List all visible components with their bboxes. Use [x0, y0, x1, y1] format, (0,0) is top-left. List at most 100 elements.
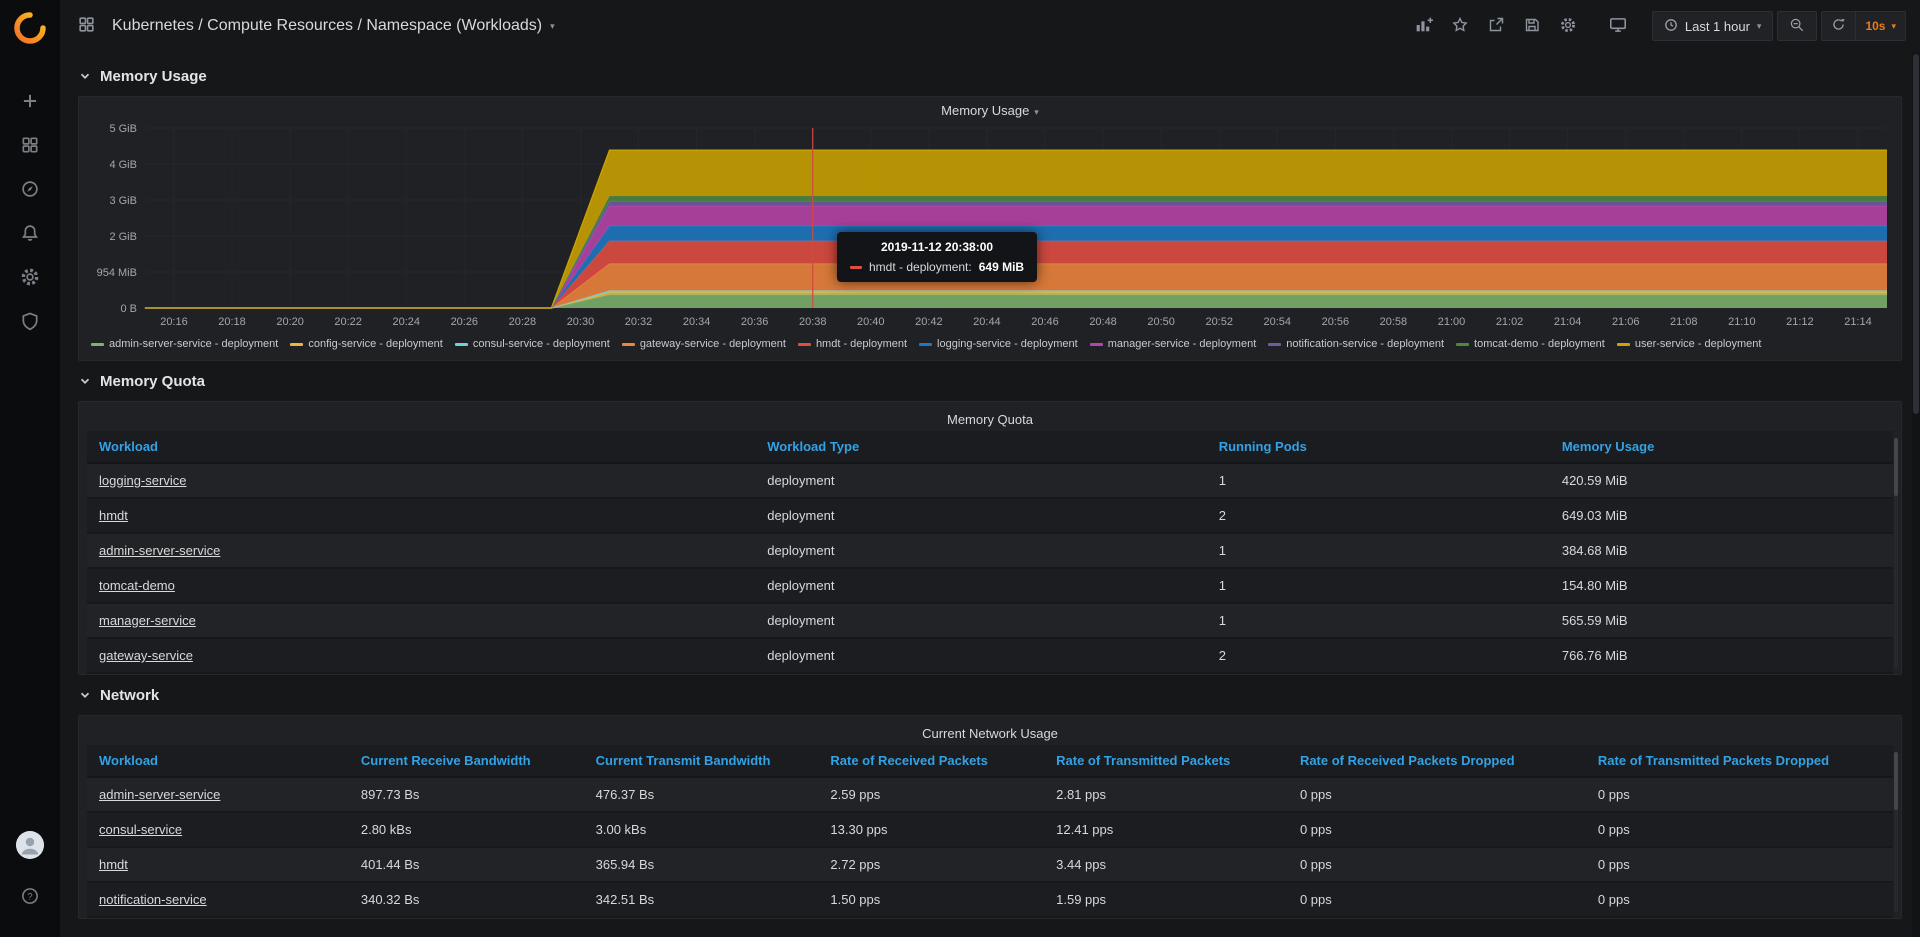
sidebar-item-dashboards[interactable]: [8, 124, 52, 168]
refresh-button[interactable]: [1822, 12, 1855, 40]
apps-grid-button[interactable]: [70, 11, 102, 41]
svg-text:20:28: 20:28: [509, 316, 536, 328]
legend-item[interactable]: consul-service - deployment: [455, 338, 610, 350]
workload-link[interactable]: admin-server-service: [99, 787, 220, 802]
legend-item[interactable]: admin-server-service - deployment: [91, 338, 278, 350]
share-button[interactable]: [1480, 11, 1512, 41]
svg-text:20:42: 20:42: [915, 316, 942, 328]
workload-link[interactable]: notification-service: [99, 892, 207, 907]
cell: 2.72 pps: [818, 847, 1044, 882]
column-header[interactable]: Rate of Transmitted Packets Dropped: [1586, 745, 1893, 777]
cell: 1: [1207, 568, 1550, 603]
dashboards-grid-icon: [20, 135, 40, 158]
panel-title-network-usage[interactable]: Current Network Usage: [87, 720, 1893, 745]
cycle-view-mode-button[interactable]: [1602, 11, 1634, 41]
table-scrollbar[interactable]: [1894, 752, 1898, 912]
svg-text:21:04: 21:04: [1554, 316, 1581, 328]
dashboard-settings-button[interactable]: [1552, 11, 1584, 41]
legend-color-icon: [91, 343, 104, 346]
sidebar-item-help[interactable]: ?: [8, 875, 52, 919]
panel-title-memory-quota[interactable]: Memory Quota: [87, 406, 1893, 431]
dashboard-title-button[interactable]: Kubernetes / Compute Resources / Namespa…: [112, 17, 555, 35]
sidebar-item-alerting[interactable]: [8, 212, 52, 256]
sidebar-item-server-admin[interactable]: [8, 300, 52, 344]
column-header[interactable]: Current Transmit Bandwidth: [584, 745, 819, 777]
refresh-interval-button[interactable]: 10s ▾: [1855, 12, 1905, 40]
column-header[interactable]: Workload Type: [755, 431, 1207, 463]
save-button[interactable]: [1516, 11, 1548, 41]
section-memory-quota[interactable]: Memory Quota: [78, 367, 1902, 395]
share-icon: [1487, 16, 1505, 37]
legend-item[interactable]: notification-service - deployment: [1268, 338, 1444, 350]
svg-text:20:52: 20:52: [1205, 316, 1232, 328]
cell: 1: [1207, 533, 1550, 568]
legend-item[interactable]: manager-service - deployment: [1090, 338, 1257, 350]
table-row: manager-servicedeployment1565.59 MiB: [87, 603, 1893, 638]
table-scrollbar[interactable]: [1894, 438, 1898, 668]
star-button[interactable]: [1444, 11, 1476, 41]
cell: 1.59 pps: [1044, 882, 1288, 917]
legend-color-icon: [1268, 343, 1281, 346]
tooltip-timestamp: 2019-11-12 20:38:00: [850, 240, 1024, 254]
cell: 0 pps: [1586, 847, 1893, 882]
cell: 476.37 Bs: [584, 777, 819, 812]
svg-text:3 GiB: 3 GiB: [109, 195, 136, 207]
svg-text:20:48: 20:48: [1089, 316, 1116, 328]
column-header[interactable]: Memory Usage: [1550, 431, 1893, 463]
workload-link[interactable]: consul-service: [99, 822, 182, 837]
section-network[interactable]: Network: [78, 681, 1902, 709]
tooltip-series-label: hmdt - deployment:: [869, 260, 972, 274]
column-header[interactable]: Workload: [87, 431, 755, 463]
cell: deployment: [755, 638, 1207, 673]
panel-title-memory-usage[interactable]: Memory Usage▾: [87, 97, 1893, 122]
column-header[interactable]: Rate of Received Packets: [818, 745, 1044, 777]
cell: deployment: [755, 568, 1207, 603]
cell: 0 pps: [1288, 777, 1586, 812]
legend-item[interactable]: config-service - deployment: [290, 338, 443, 350]
legend-item[interactable]: logging-service - deployment: [919, 338, 1078, 350]
cell: 0 pps: [1586, 777, 1893, 812]
column-header[interactable]: Rate of Transmitted Packets: [1044, 745, 1288, 777]
chevron-down-icon: ▾: [1891, 21, 1896, 32]
workload-link[interactable]: hmdt: [99, 857, 128, 872]
sidebar-item-configuration[interactable]: [8, 256, 52, 300]
legend-item[interactable]: user-service - deployment: [1617, 338, 1762, 350]
legend-label: manager-service - deployment: [1108, 338, 1257, 350]
cell: 649.03 MiB: [1550, 498, 1893, 533]
workload-link[interactable]: admin-server-service: [99, 543, 220, 558]
workload-link[interactable]: hmdt: [99, 508, 128, 523]
user-avatar[interactable]: [16, 831, 44, 859]
sidebar-item-explore[interactable]: [8, 168, 52, 212]
section-memory-usage[interactable]: Memory Usage: [78, 62, 1902, 90]
column-header[interactable]: Workload: [87, 745, 349, 777]
dashboard-body: Memory Usage Memory Usage▾ 20:1620:1820:…: [60, 52, 1920, 937]
cell: 401.44 Bs: [349, 847, 584, 882]
clock-icon: [1664, 18, 1678, 35]
page-title: Kubernetes / Compute Resources / Namespa…: [112, 17, 542, 35]
chart-legend: admin-server-service - deployment config-…: [87, 334, 1893, 356]
column-header[interactable]: Running Pods: [1207, 431, 1550, 463]
legend-item[interactable]: tomcat-demo - deployment: [1456, 338, 1605, 350]
page-scrollbar[interactable]: [1912, 52, 1920, 937]
legend-item[interactable]: hmdt - deployment: [798, 338, 907, 350]
cell: logging-service: [87, 463, 755, 498]
chart-tooltip: 2019-11-12 20:38:00 hmdt - deployment: 6…: [837, 232, 1037, 282]
table-row: tomcat-demodeployment1154.80 MiB: [87, 568, 1893, 603]
grafana-logo[interactable]: [12, 10, 48, 46]
workload-link[interactable]: gateway-service: [99, 648, 193, 663]
workload-link[interactable]: manager-service: [99, 613, 196, 628]
column-header[interactable]: Rate of Received Packets Dropped: [1288, 745, 1586, 777]
memory-usage-chart-svg[interactable]: 20:1620:1820:2020:2220:2420:2620:2820:30…: [87, 122, 1893, 334]
cell: 420.59 MiB: [1550, 463, 1893, 498]
add-panel-button[interactable]: [1408, 11, 1440, 41]
workload-link[interactable]: tomcat-demo: [99, 578, 175, 593]
cell: 565.59 MiB: [1550, 603, 1893, 638]
column-header[interactable]: Current Receive Bandwidth: [349, 745, 584, 777]
time-range-button[interactable]: Last 1 hour ▾: [1652, 11, 1774, 41]
workload-link[interactable]: logging-service: [99, 473, 186, 488]
svg-text:20:54: 20:54: [1264, 316, 1291, 328]
legend-item[interactable]: gateway-service - deployment: [622, 338, 786, 350]
cell: admin-server-service: [87, 533, 755, 568]
zoom-out-button[interactable]: [1777, 11, 1817, 41]
sidebar-item-create[interactable]: [8, 80, 52, 124]
